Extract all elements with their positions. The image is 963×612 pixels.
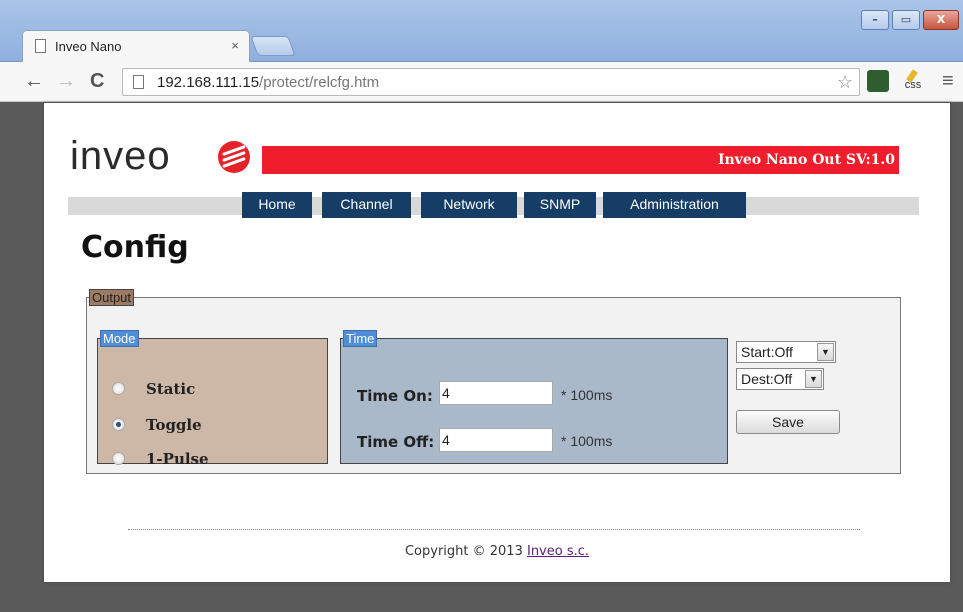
radio-label-1-pulse: 1-Pulse (146, 450, 209, 468)
reload-icon[interactable]: C (90, 70, 104, 92)
nav-snmp[interactable]: SNMP (524, 192, 596, 218)
address-bar[interactable]: 192.168.111.15/protect/relcfg.htm ☆ (122, 68, 860, 96)
time-fieldset: Time Time On: * 100ms Time Off: * 100ms (340, 330, 728, 464)
mode-legend: Mode (100, 330, 139, 347)
output-legend: Output (89, 289, 135, 306)
browser-toolbar: ← → C 192.168.111.15/protect/relcfg.htm … (0, 62, 963, 102)
back-arrow-icon[interactable]: ← (24, 70, 44, 92)
css-extension-icon[interactable]: css (902, 68, 924, 94)
browser-tab[interactable]: Inveo Nano × (22, 30, 250, 62)
time-on-input[interactable] (439, 381, 553, 405)
nav-channel[interactable]: Channel (322, 192, 411, 218)
chevron-down-icon[interactable]: ▼ (817, 343, 834, 361)
page-title: Config (81, 230, 189, 265)
radio-1-pulse[interactable] (112, 452, 125, 465)
tab-title: Inveo Nano (55, 39, 122, 54)
forward-arrow-icon[interactable]: → (56, 70, 76, 92)
extension-icon[interactable] (867, 70, 889, 92)
close-tab-icon[interactable]: × (231, 38, 239, 53)
save-button[interactable]: Save (736, 410, 840, 434)
mode-fieldset: Mode Static Toggle 1-Pulse (97, 330, 328, 468)
time-legend: Time (343, 330, 378, 347)
inveo-logo: inveo (70, 134, 171, 178)
new-tab-button[interactable] (250, 36, 296, 56)
page-icon (35, 39, 46, 53)
radio-toggle[interactable] (112, 418, 125, 431)
time-off-label: Time Off: (357, 433, 435, 451)
radio-static[interactable] (112, 382, 125, 395)
radio-label-static: Static (146, 380, 196, 398)
nav-home[interactable]: Home (242, 192, 312, 218)
dest-select-value: Dest:Off (741, 371, 793, 387)
dest-select[interactable]: Dest:Off ▼ (736, 368, 824, 390)
bookmark-star-icon[interactable]: ☆ (837, 72, 853, 93)
start-select[interactable]: Start:Off ▼ (736, 341, 836, 363)
menu-icon[interactable]: ≡ (942, 70, 954, 93)
nav-network[interactable]: Network (421, 192, 517, 218)
radio-label-toggle: Toggle (146, 416, 202, 434)
time-off-unit: * 100ms (561, 433, 613, 449)
maximize-button[interactable]: ▭ (892, 10, 920, 30)
chevron-down-icon[interactable]: ▼ (805, 370, 822, 388)
page-viewport: inveo Inveo Nano Out SV:1.0 Home Channel… (10, 103, 963, 612)
time-on-unit: * 100ms (561, 387, 613, 403)
footer-divider (128, 529, 860, 530)
page-content: inveo Inveo Nano Out SV:1.0 Home Channel… (44, 103, 950, 582)
device-title: Inveo Nano Out SV:1.0 (717, 152, 895, 168)
logo-mark-icon (218, 141, 250, 173)
header-banner: Inveo Nano Out SV:1.0 (262, 146, 899, 174)
page-icon (133, 75, 144, 89)
window-titlebar: – ▭ X Inveo Nano × (0, 0, 963, 62)
time-off-input[interactable] (439, 428, 553, 452)
nav-administration[interactable]: Administration (603, 192, 746, 218)
company-link[interactable]: Inveo s.c. (527, 544, 589, 559)
time-on-label: Time On: (357, 387, 433, 405)
start-select-value: Start:Off (741, 344, 793, 360)
minimize-button[interactable]: – (861, 10, 889, 30)
url-text: 192.168.111.15/protect/relcfg.htm (157, 74, 380, 91)
footer: Copyright © 2013 Inveo s.c. (44, 544, 950, 559)
close-window-button[interactable]: X (923, 10, 959, 30)
copyright-text: Copyright © 2013 (404, 544, 527, 559)
